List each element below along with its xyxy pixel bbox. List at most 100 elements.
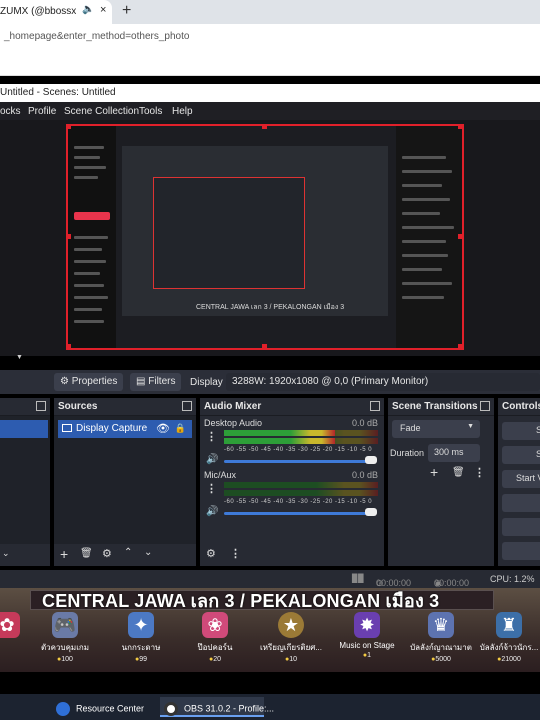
exit-button[interactable]	[502, 542, 540, 560]
controls-body: St St Start Vi S	[498, 416, 540, 566]
scenes-dock-header	[0, 398, 50, 416]
signal-icon: ▉▉	[352, 574, 365, 583]
browser-tab[interactable]: ZUMX (@bbossxgamin 🔈 ×	[0, 0, 112, 24]
eye-icon[interactable]: 👁	[156, 422, 170, 435]
window-title-text: Untitled - Scenes: Untitled	[0, 87, 116, 98]
settings-button[interactable]	[502, 518, 540, 536]
menu-scene-collection[interactable]: Scene Collection	[64, 106, 139, 117]
menu-bar: ocks Profile Scene Collection Tools Help	[0, 102, 540, 120]
captured-caption: CENTRAL JAWA เลก 3 / PEKALONGAN เมือง 3	[196, 304, 345, 311]
menu-profile[interactable]: Profile	[28, 106, 56, 117]
gift-points: 5000	[435, 656, 451, 663]
gift-points: 10	[289, 656, 298, 663]
taskbar-item-obs[interactable]: OBS 31.0.2 - Profile:...	[160, 697, 274, 717]
channel-menu-icon[interactable]: ⋮	[206, 482, 217, 495]
gift-item[interactable]: ♜ บัลลังก์จ้าวนักร... ●21000	[478, 612, 540, 663]
triangle-down-icon[interactable]: ▼	[16, 354, 23, 361]
display-select[interactable]: 3288W: 1920x1080 @ 0,0 (Primary Monitor)	[226, 373, 540, 391]
palace-icon: ♛	[428, 612, 454, 638]
gift-name: นกกระดาษ	[121, 643, 161, 652]
undock-icon[interactable]	[182, 401, 192, 411]
scenes-footer: ⌄	[0, 544, 50, 566]
display-capture-preview[interactable]: CENTRAL JAWA เลก 3 / PEKALONGAN เมือง 3	[66, 124, 464, 350]
trash-icon[interactable]: 🗑	[80, 548, 93, 559]
gift-item[interactable]: ❀ ป๊อปคอร์น ●20	[180, 612, 250, 663]
gear-icon[interactable]: ⚙	[102, 547, 112, 560]
trash-icon[interactable]: 🗑	[452, 467, 465, 478]
volume-knob[interactable]	[365, 508, 377, 516]
address-text[interactable]: _homepage&enter_method=others_photo	[4, 31, 189, 42]
gift-item[interactable]: ✸ Music on Stage ●1	[332, 612, 402, 659]
captured-chat	[396, 126, 462, 348]
volume-slider[interactable]	[224, 460, 372, 463]
start-recording-button[interactable]: St	[502, 446, 540, 464]
resize-handle[interactable]	[66, 344, 71, 349]
resize-handle[interactable]	[458, 344, 463, 349]
speaker-icon[interactable]: 🔊	[206, 506, 218, 517]
move-down-icon[interactable]: ⌄	[144, 547, 152, 558]
controls-dock: Controls St St Start Vi S	[498, 398, 540, 566]
filters-button[interactable]: ▤ Filters	[130, 373, 182, 391]
duration-label: Duration	[390, 448, 425, 458]
speaker-icon[interactable]: 🔈	[82, 4, 94, 15]
gift-points: 1	[367, 652, 372, 659]
gift-name: Music on Stage	[339, 641, 395, 650]
move-up-icon[interactable]: ⌃	[124, 547, 132, 558]
gear-icon[interactable]: ⚙	[206, 547, 216, 560]
gift-partial-icon: ✿	[0, 612, 20, 638]
undock-icon[interactable]	[480, 401, 490, 411]
gift-item[interactable]: ★ เหรียญเกียรติยศ... ●10	[256, 612, 326, 663]
undock-icon[interactable]	[370, 401, 380, 411]
lock-icon[interactable]: 🔒	[175, 423, 186, 434]
start-virtual-camera-button[interactable]: Start Vi	[502, 470, 540, 488]
chevron-down-icon: ▼	[467, 423, 474, 430]
menu-tools[interactable]: Tools	[139, 106, 162, 117]
gift-item[interactable]: ✦ นกกระดาษ ●99	[106, 612, 176, 663]
obs-window-title: Untitled - Scenes: Untitled	[0, 84, 540, 102]
channel-name: Mic/Aux	[204, 470, 237, 480]
sources-dock: Sources Display Capture 👁 🔒 + 🗑 ⚙ ⌃ ⌄	[54, 398, 196, 566]
gift-item[interactable]: ♛ บัลลังก์ญาณามาต ●5000	[406, 612, 476, 663]
resize-handle[interactable]	[66, 234, 71, 239]
close-tab-icon[interactable]: ×	[100, 4, 106, 16]
scene-item[interactable]	[0, 420, 48, 438]
studio-mode-button[interactable]: S	[502, 494, 540, 512]
monitor-icon	[62, 424, 72, 432]
add-transition-icon[interactable]: +	[430, 464, 438, 480]
duration-input[interactable]: 300 ms	[428, 444, 480, 462]
resize-handle[interactable]	[458, 124, 463, 129]
scene-transitions-body: Fade ▼ Duration 300 ms + 🗑 ⋮	[388, 416, 494, 566]
chevron-down-icon[interactable]: ⌄	[2, 548, 10, 559]
page-blank-area	[0, 50, 540, 76]
resize-handle[interactable]	[458, 234, 463, 239]
more-options-icon[interactable]: ⋮	[474, 466, 485, 479]
resize-handle[interactable]	[66, 124, 71, 129]
more-options-icon[interactable]: ⋮	[230, 547, 241, 560]
new-tab-button[interactable]: +	[122, 2, 131, 20]
address-bar[interactable]: _homepage&enter_method=others_photo	[0, 24, 540, 50]
transition-select[interactable]: Fade ▼	[392, 420, 480, 438]
display-label: Display	[190, 377, 223, 388]
properties-button[interactable]: ⚙ Properties	[54, 373, 124, 391]
volume-slider[interactable]	[224, 512, 372, 515]
browser-tab-title: ZUMX (@bbossxgamin	[0, 6, 76, 17]
channel-menu-icon[interactable]: ⋮	[206, 430, 217, 443]
audio-mixer-header: Audio Mixer	[200, 398, 384, 416]
gift-name: เหรียญเกียรติยศ...	[260, 643, 322, 652]
resize-handle[interactable]	[262, 124, 267, 129]
start-streaming-button[interactable]: St	[502, 422, 540, 440]
source-item-display-capture[interactable]: Display Capture 👁 🔒	[58, 420, 192, 438]
menu-docks[interactable]: ocks	[0, 106, 21, 117]
resize-handle[interactable]	[262, 344, 267, 349]
volume-knob[interactable]	[365, 456, 377, 464]
sources-footer: + 🗑 ⚙ ⌃ ⌄	[54, 544, 196, 566]
speaker-icon[interactable]: 🔊	[206, 454, 218, 465]
menu-help[interactable]: Help	[172, 106, 193, 117]
add-source-icon[interactable]: +	[60, 546, 68, 562]
taskbar-item-resource-center[interactable]: Resource Center	[56, 697, 156, 717]
gift-item[interactable]: 🎮 ตัวควบคุมเกม ●100	[30, 612, 100, 663]
undock-icon[interactable]	[36, 401, 46, 411]
scene-transitions-header: Scene Transitions	[388, 398, 494, 416]
popcorn-icon: ❀	[202, 612, 228, 638]
gamepad-icon: 🎮	[52, 612, 78, 638]
